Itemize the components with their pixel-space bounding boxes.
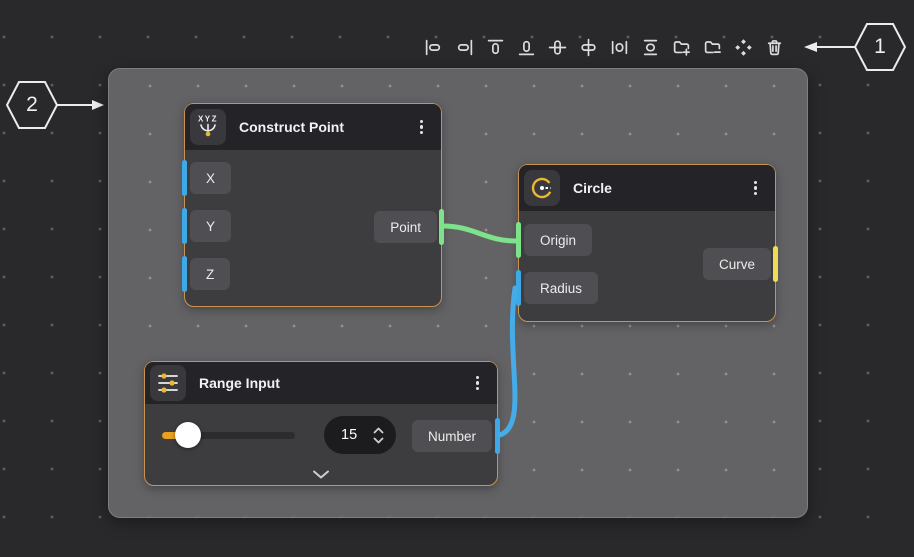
output-port-number[interactable]: Number bbox=[411, 420, 492, 452]
align-center-horizontal-button[interactable] bbox=[545, 33, 569, 61]
distribute-vertical-icon bbox=[641, 38, 660, 57]
align-top-button[interactable] bbox=[483, 33, 507, 61]
svg-text:XYZ: XYZ bbox=[198, 115, 218, 124]
align-center-vertical-icon bbox=[579, 38, 598, 57]
node-menu-button[interactable] bbox=[416, 116, 427, 139]
callout-2-number: 2 bbox=[26, 93, 38, 116]
graph-canvas[interactable]: XYZ Construct Point X Y Z Point Circle O… bbox=[108, 68, 808, 518]
output-port-curve[interactable]: Curve bbox=[702, 248, 771, 280]
port-curve[interactable] bbox=[773, 246, 778, 282]
circle-icon bbox=[524, 170, 560, 206]
input-port-z[interactable]: Z bbox=[190, 258, 231, 290]
callout-1-number: 1 bbox=[874, 35, 886, 58]
input-port-y[interactable]: Y bbox=[190, 210, 232, 242]
trash-icon bbox=[765, 38, 784, 57]
port-x[interactable] bbox=[182, 160, 187, 196]
range-slider-thumb[interactable] bbox=[175, 422, 201, 448]
distribute-vertical-button[interactable] bbox=[638, 33, 662, 61]
input-port-x[interactable]: X bbox=[190, 162, 232, 194]
align-bottom-icon bbox=[517, 38, 536, 57]
arrange-icon bbox=[734, 38, 753, 57]
input-port-origin[interactable]: Origin bbox=[524, 224, 593, 256]
node-circle[interactable]: Circle Origin Radius Curve bbox=[516, 164, 778, 322]
node-menu-button[interactable] bbox=[472, 372, 483, 395]
ungroup-icon bbox=[703, 38, 722, 57]
node-editor-screen: 1 2 XYZ Construct Point X Y Z Point Circ… bbox=[0, 0, 914, 557]
port-y[interactable] bbox=[182, 208, 187, 244]
node-title: Circle bbox=[573, 180, 612, 196]
stepper-up-icon[interactable] bbox=[373, 427, 384, 434]
node-title: Range Input bbox=[199, 375, 280, 391]
node-range-input[interactable]: Range Input 15 Number bbox=[144, 361, 500, 486]
wire-number-to-radius[interactable] bbox=[497, 285, 518, 438]
align-right-button[interactable] bbox=[452, 33, 476, 61]
align-center-horizontal-icon bbox=[548, 38, 567, 57]
node-construct-point-header[interactable]: XYZ Construct Point bbox=[185, 104, 441, 150]
node-menu-button[interactable] bbox=[750, 177, 761, 200]
sliders-icon bbox=[150, 365, 186, 401]
callout-2-arrow bbox=[57, 100, 104, 110]
port-z[interactable] bbox=[182, 256, 187, 292]
callout-2-badge: 2 bbox=[4, 79, 60, 131]
align-bottom-button[interactable] bbox=[514, 33, 538, 61]
toolbar bbox=[421, 33, 786, 61]
node-circle-header[interactable]: Circle bbox=[519, 165, 775, 211]
arrange-button[interactable] bbox=[731, 33, 755, 61]
delete-button[interactable] bbox=[762, 33, 786, 61]
align-center-vertical-button[interactable] bbox=[576, 33, 600, 61]
output-port-point[interactable]: Point bbox=[374, 211, 437, 243]
distribute-horizontal-button[interactable] bbox=[607, 33, 631, 61]
stepper-down-icon[interactable] bbox=[373, 437, 384, 444]
callout-1-badge: 1 bbox=[852, 21, 908, 73]
align-top-icon bbox=[486, 38, 505, 57]
align-right-icon bbox=[455, 38, 474, 57]
expand-chevron-down-icon[interactable] bbox=[310, 468, 332, 481]
ungroup-button[interactable] bbox=[700, 33, 724, 61]
input-port-radius[interactable]: Radius bbox=[524, 272, 599, 304]
align-left-icon bbox=[424, 38, 443, 57]
stepper-value[interactable]: 15 bbox=[341, 427, 373, 443]
align-left-button[interactable] bbox=[421, 33, 445, 61]
group-button[interactable] bbox=[669, 33, 693, 61]
node-construct-point[interactable]: XYZ Construct Point X Y Z Point bbox=[182, 103, 444, 307]
xyz-point-icon: XYZ bbox=[190, 109, 226, 145]
group-icon bbox=[672, 38, 691, 57]
number-stepper[interactable]: 15 bbox=[324, 416, 396, 454]
callout-1-arrow bbox=[804, 42, 855, 52]
node-title: Construct Point bbox=[239, 119, 344, 135]
node-range-input-header[interactable]: Range Input bbox=[145, 362, 497, 404]
distribute-horizontal-icon bbox=[610, 38, 629, 57]
wire-point-to-origin[interactable] bbox=[440, 223, 519, 244]
